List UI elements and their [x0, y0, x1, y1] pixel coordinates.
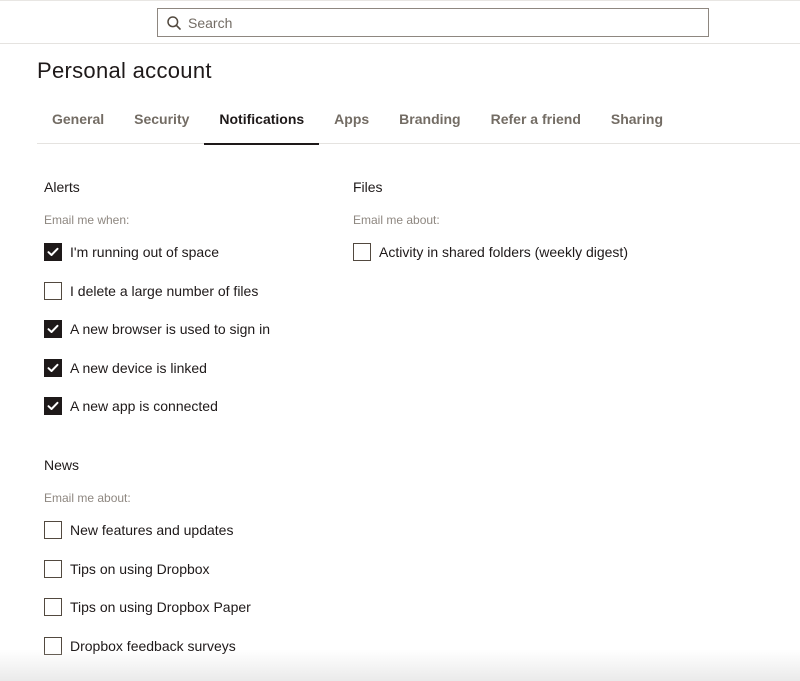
checkbox-label: A new app is connected [70, 398, 218, 414]
checkbox-checked[interactable] [44, 358, 62, 377]
checkbox-option[interactable]: Tips on using Dropbox Paper [44, 598, 270, 616]
tab-apps[interactable]: Apps [319, 100, 384, 144]
top-bar [0, 0, 800, 44]
files-title: Files [353, 179, 383, 195]
tab-security[interactable]: Security [119, 100, 204, 144]
tab-sharing[interactable]: Sharing [596, 100, 678, 144]
page-title: Personal account [37, 58, 212, 83]
tab-general[interactable]: General [37, 100, 119, 144]
checkbox-option[interactable]: I'm running out of space [44, 243, 270, 261]
news-section: News Email me about: New features and up… [44, 458, 270, 655]
files-section: Files Email me about: Activity in shared… [353, 180, 628, 261]
bottom-fade [0, 650, 800, 681]
alerts-list: I'm running out of space I delete a large… [44, 243, 270, 415]
checkbox-label: I'm running out of space [70, 244, 219, 260]
checkbox-option[interactable]: A new browser is used to sign in [44, 320, 270, 338]
checkbox-option[interactable]: Dropbox feedback surveys [44, 636, 270, 655]
checkbox-label: A new device is linked [70, 359, 207, 376]
checkbox-unchecked[interactable] [44, 521, 62, 539]
search-input[interactable] [188, 9, 708, 36]
checkbox-option[interactable]: Activity in shared folders (weekly diges… [353, 243, 628, 261]
search-icon [166, 15, 182, 31]
checkbox-label: I delete a large number of files [70, 282, 259, 299]
left-column: Alerts Email me when: I'm running out of… [44, 180, 270, 655]
checkbox-unchecked[interactable] [353, 243, 371, 261]
checkbox-label: New features and updates [70, 522, 234, 538]
search-box[interactable] [157, 8, 709, 37]
checkbox-option[interactable]: Tips on using Dropbox [44, 559, 270, 578]
checkbox-option[interactable]: I delete a large number of files [44, 281, 270, 300]
tab-notifications[interactable]: Notifications [204, 100, 319, 145]
tab-refer-a-friend[interactable]: Refer a friend [476, 100, 596, 144]
checkbox-unchecked[interactable] [44, 559, 62, 578]
checkmark-icon [47, 247, 59, 256]
checkbox-label: Tips on using Dropbox [70, 560, 210, 577]
checkbox-option[interactable]: A new device is linked [44, 358, 270, 377]
checkbox-unchecked[interactable] [44, 598, 62, 616]
settings-tabs: General Security Notifications Apps Bran… [37, 100, 800, 145]
files-subtitle: Email me about: [353, 213, 440, 227]
checkbox-unchecked[interactable] [44, 281, 62, 300]
news-subtitle: Email me about: [44, 491, 131, 505]
news-title: News [44, 457, 80, 473]
checkmark-icon [47, 324, 59, 333]
alerts-subtitle: Email me when: [44, 213, 130, 227]
checkbox-label: Dropbox feedback surveys [70, 637, 236, 654]
right-column: Files Email me about: Activity in shared… [353, 180, 628, 261]
checkbox-unchecked[interactable] [44, 636, 62, 655]
files-list: Activity in shared folders (weekly diges… [353, 243, 628, 261]
checkbox-label: Tips on using Dropbox Paper [70, 599, 251, 615]
checkbox-checked[interactable] [44, 397, 62, 415]
checkbox-checked[interactable] [44, 243, 62, 261]
checkmark-icon [47, 363, 59, 372]
checkbox-checked[interactable] [44, 320, 62, 338]
checkbox-option[interactable]: A new app is connected [44, 397, 270, 415]
checkbox-label: A new browser is used to sign in [70, 321, 270, 337]
alerts-section: Alerts Email me when: I'm running out of… [44, 180, 270, 415]
checkbox-option[interactable]: New features and updates [44, 521, 270, 539]
news-list: New features and updates Tips on using Dr… [44, 521, 270, 655]
tab-branding[interactable]: Branding [384, 100, 475, 144]
checkbox-label: Activity in shared folders (weekly diges… [379, 244, 628, 260]
alerts-title: Alerts [44, 179, 80, 195]
checkmark-icon [47, 401, 59, 410]
